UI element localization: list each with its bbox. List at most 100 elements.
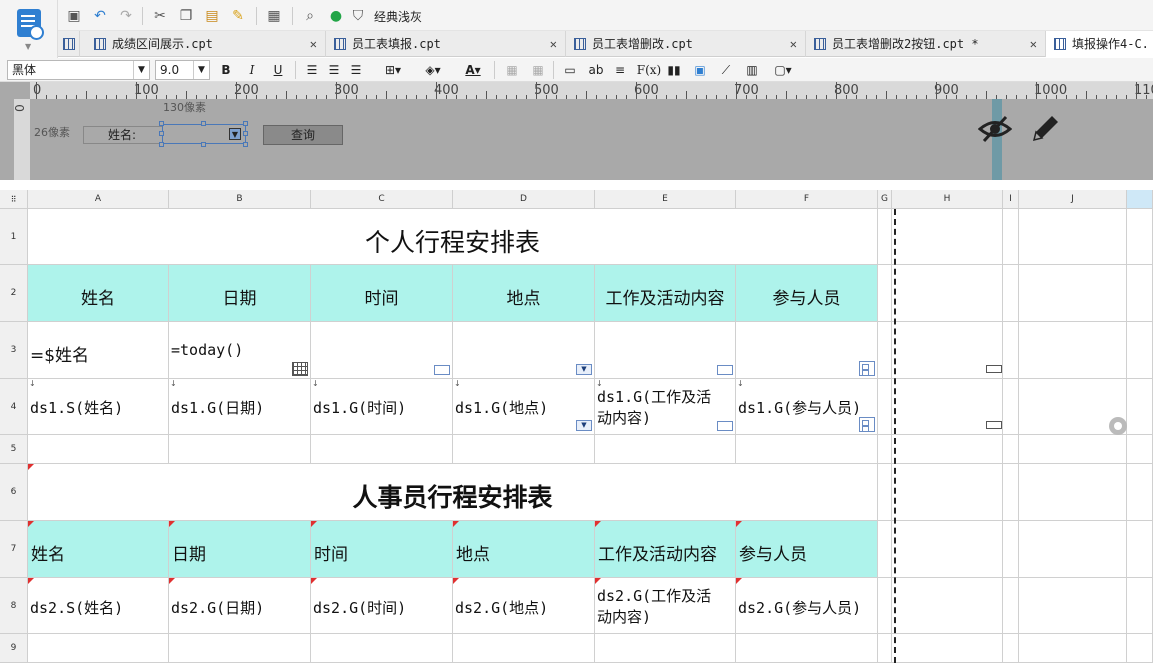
title-cell-1[interactable]: 个人行程安排表 [28, 209, 878, 265]
resize-handle[interactable] [243, 142, 248, 147]
empty-cell[interactable] [878, 379, 892, 435]
eye-off-icon[interactable] [978, 114, 1012, 144]
empty-cell[interactable] [878, 435, 892, 464]
row-header-1[interactable]: 1 [0, 209, 28, 265]
empty-cell[interactable] [878, 634, 892, 663]
paragraph-icon[interactable]: ≡ [611, 61, 629, 79]
empty-cell[interactable] [1003, 521, 1019, 578]
tab-file-1[interactable]: 成绩区间展示.cpt ✕ [86, 31, 326, 57]
empty-cell[interactable] [311, 435, 453, 464]
empty-cell[interactable] [892, 209, 1003, 265]
empty-cell[interactable] [28, 634, 169, 663]
row-header-5[interactable]: 5 [0, 435, 28, 464]
designer-logo-button[interactable]: ▼ [0, 0, 58, 58]
header-cell[interactable]: 日期 [169, 265, 311, 322]
check-icon[interactable]: ● [326, 6, 346, 26]
search-report-icon[interactable]: ⌕ [300, 6, 320, 26]
row-header-3[interactable]: 3 [0, 322, 28, 379]
empty-cell[interactable] [878, 464, 892, 521]
formula-icon[interactable]: F(x) [636, 61, 662, 79]
data-cell[interactable]: ds2.G(工作及活 动内容) [595, 578, 736, 634]
redo-icon[interactable]: ↷ [116, 6, 136, 26]
resize-handle[interactable] [159, 121, 164, 126]
paste-icon[interactable]: ▤ [202, 6, 222, 26]
empty-cell[interactable] [892, 521, 1003, 578]
resize-handle[interactable] [243, 131, 248, 136]
theme-shirt-icon[interactable]: ⛉ [348, 6, 368, 26]
align-left-icon[interactable]: ☰ [303, 61, 321, 79]
empty-cell[interactable] [892, 435, 1003, 464]
empty-cell[interactable] [892, 265, 1003, 322]
align-right-icon[interactable]: ☰ [347, 61, 365, 79]
column-header-j[interactable]: J [1019, 190, 1127, 209]
title-cell-2[interactable]: 人事员行程安排表 [28, 464, 878, 521]
save-icon[interactable]: ▣ [64, 6, 84, 26]
sub-report-icon[interactable]: ▥ [742, 61, 762, 79]
empty-cell[interactable] [878, 578, 892, 634]
header-cell[interactable]: 姓名 [28, 265, 169, 322]
column-header-d[interactable]: D [453, 190, 595, 209]
empty-cell[interactable] [595, 634, 736, 663]
empty-cell[interactable] [1127, 265, 1153, 322]
theme-classic-label[interactable]: 经典浅灰 [374, 8, 422, 25]
column-header-extra[interactable] [1127, 190, 1153, 209]
format-painter-icon[interactable]: ✎ [228, 6, 248, 26]
empty-cell[interactable] [1127, 634, 1153, 663]
empty-cell[interactable] [1127, 578, 1153, 634]
resize-handle[interactable] [159, 142, 164, 147]
empty-cell[interactable] [1003, 634, 1019, 663]
split-cells-icon[interactable]: ▦ [529, 61, 547, 79]
column-header-a[interactable]: A [28, 190, 169, 209]
data-cell[interactable]: ds2.S(姓名) [28, 578, 169, 634]
header-cell[interactable]: 日期 [169, 521, 311, 578]
data-cell[interactable] [595, 322, 736, 379]
data-cell[interactable]: ds2.G(日期) [169, 578, 311, 634]
empty-cell[interactable] [1003, 379, 1019, 435]
header-cell[interactable]: 地点 [453, 521, 595, 578]
empty-cell[interactable] [892, 578, 1003, 634]
close-icon[interactable]: ✕ [1030, 31, 1037, 57]
resize-handle[interactable] [201, 121, 206, 126]
bar-chart-icon[interactable]: ▮▮ [664, 61, 684, 79]
data-cell[interactable]: ↓ ds1.G(地点) ▼ [453, 379, 595, 435]
column-header-b[interactable]: B [169, 190, 311, 209]
empty-cell[interactable] [453, 435, 595, 464]
header-cell[interactable]: 工作及活动内容 [595, 265, 736, 322]
column-header-h[interactable]: H [892, 190, 1003, 209]
empty-cell[interactable] [878, 209, 892, 265]
empty-cell[interactable] [736, 634, 878, 663]
border-icon[interactable]: ⊞▾ [378, 61, 408, 79]
empty-cell[interactable] [1019, 209, 1127, 265]
empty-cell[interactable] [1003, 265, 1019, 322]
empty-cell[interactable] [1003, 578, 1019, 634]
row-header-2[interactable]: 2 [0, 265, 28, 322]
empty-cell[interactable] [1019, 578, 1127, 634]
empty-cell[interactable] [1003, 209, 1019, 265]
name-label-widget[interactable]: 姓名: [83, 126, 163, 144]
tab-file-2[interactable]: 员工表填报.cpt ✕ [326, 31, 566, 57]
underline-button[interactable]: U [269, 61, 287, 79]
copy-icon[interactable]: ❐ [176, 6, 196, 26]
empty-cell[interactable] [878, 521, 892, 578]
resize-handle[interactable] [159, 131, 164, 136]
empty-cell[interactable] [169, 435, 311, 464]
data-cell[interactable]: ↓ ds1.G(工作及活 动内容) [595, 379, 736, 435]
data-cell[interactable]: ds2.G(时间) [311, 578, 453, 634]
empty-cell[interactable] [1003, 435, 1019, 464]
font-size-select[interactable]: 9.0 ▼ [155, 60, 210, 80]
data-cell[interactable]: =$姓名 [28, 322, 169, 379]
tab-list-icon[interactable] [58, 31, 80, 57]
empty-cell[interactable] [1127, 464, 1153, 521]
row-header-6[interactable]: 6 [0, 464, 28, 521]
header-cell[interactable]: 参与人员 [736, 521, 878, 578]
empty-cell[interactable] [736, 435, 878, 464]
fill-color-icon[interactable]: ◈▾ [418, 61, 448, 79]
cut-icon[interactable]: ✂ [150, 6, 170, 26]
column-header-e[interactable]: E [595, 190, 736, 209]
text-icon[interactable]: ab [585, 61, 607, 79]
header-cell[interactable]: 时间 [311, 265, 453, 322]
empty-cell[interactable] [311, 634, 453, 663]
row-header-9[interactable]: 9 [0, 634, 28, 663]
empty-cell[interactable] [28, 435, 169, 464]
row-header-4[interactable]: 4 [0, 379, 28, 435]
